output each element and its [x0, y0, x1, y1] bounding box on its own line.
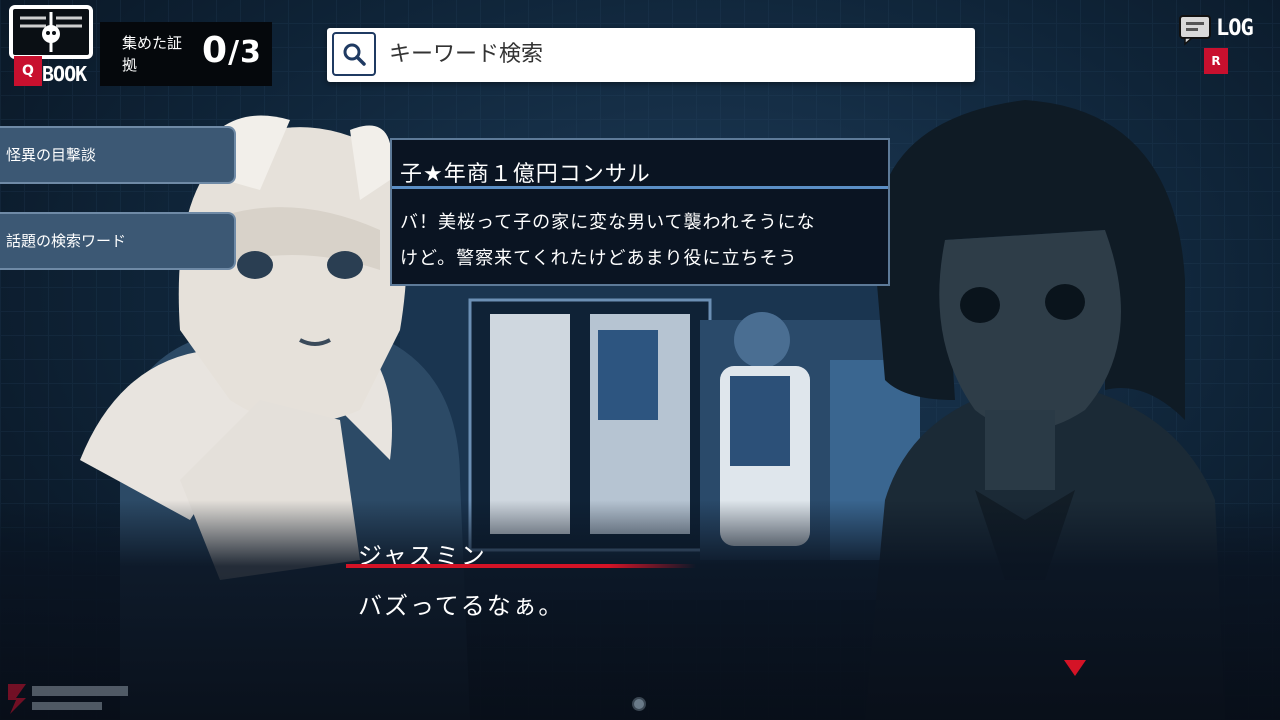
- post-header: 子★年商１億円コンサル: [392, 156, 888, 189]
- log-label: LOG: [1216, 16, 1254, 41]
- post-title: 子★年商１億円コンサル: [400, 162, 651, 187]
- evidence-label: 集めた証拠: [122, 34, 183, 74]
- search-input[interactable]: キーワード検索: [389, 28, 949, 82]
- evidence-collected: 0: [202, 30, 229, 71]
- social-post-panel: 子★年商１億円コンサル バ！美桜って子の家に変な男いて襲われそうにな けど。警察…: [390, 138, 890, 286]
- speaker-underline: [346, 564, 696, 568]
- post-line: バ！美桜って子の家に変な男いて襲われそうにな: [400, 212, 816, 233]
- page-indicator-dot: [632, 697, 646, 711]
- evidence-count: 0/3: [202, 30, 262, 71]
- dialogue-box[interactable]: [0, 500, 1280, 720]
- book-button[interactable]: Q BOOK: [8, 4, 98, 86]
- book-key-badge: Q: [14, 56, 42, 86]
- book-label: BOOK: [42, 62, 87, 86]
- evidence-total: /3: [228, 35, 262, 70]
- advance-arrow-icon[interactable]: [1064, 660, 1086, 676]
- book-icon: [9, 5, 93, 59]
- log-key-badge: R: [1204, 48, 1228, 74]
- log-button[interactable]: LOG R: [1176, 12, 1260, 74]
- keyword-search-bar[interactable]: キーワード検索: [327, 28, 975, 82]
- tab-trending-search-words[interactable]: 話題の検索ワード: [0, 212, 236, 270]
- publisher-watermark-logo: [8, 684, 128, 714]
- evidence-counter: 集めた証拠 0/3: [100, 22, 272, 86]
- dialogue-text: バズってるなぁ。: [358, 592, 565, 620]
- tab-label: 怪異の目撃談: [6, 146, 97, 164]
- log-icon: [1179, 15, 1211, 46]
- search-icon-glyph: [343, 43, 366, 66]
- tab-label: 話題の検索ワード: [6, 232, 127, 250]
- tab-witness-accounts[interactable]: 怪異の目撃談: [0, 126, 236, 184]
- post-line: けど。警察来てくれたけどあまり役に立ちそう: [400, 248, 798, 269]
- search-icon[interactable]: [332, 32, 376, 76]
